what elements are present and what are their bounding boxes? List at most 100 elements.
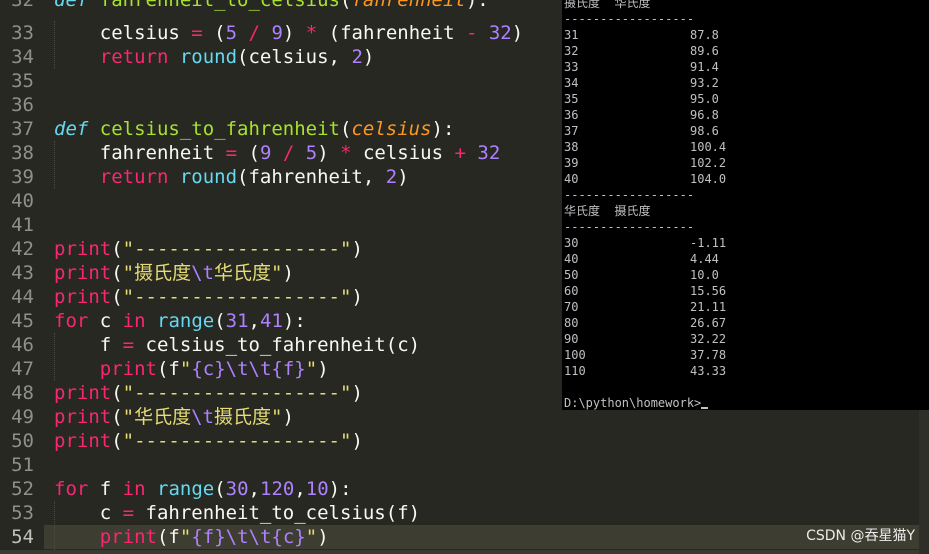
fstring-field: {f} bbox=[191, 526, 226, 548]
horizontal-scrollbar[interactable] bbox=[0, 550, 919, 554]
line-number: 53 bbox=[11, 502, 34, 524]
code-line-49[interactable]: print("华氏度\t摄氏度") bbox=[54, 405, 294, 429]
table-cell-output: 95.0 bbox=[690, 92, 719, 106]
operator: * bbox=[340, 142, 352, 164]
escape-sequence: \t\t bbox=[225, 526, 272, 548]
paren: ) bbox=[282, 406, 294, 428]
vertical-scrollbar[interactable] bbox=[919, 410, 929, 554]
paren: ( bbox=[111, 238, 123, 260]
number: 31 bbox=[225, 310, 249, 332]
code-text: , bbox=[248, 310, 260, 332]
paren: ( bbox=[339, 0, 352, 11]
code-text: (celsius, bbox=[237, 46, 352, 68]
code-line-54[interactable]: print(f"{f}\t\t{c}") bbox=[44, 525, 929, 549]
code-text: celsius bbox=[351, 142, 455, 164]
table-cell-input: 33 bbox=[564, 60, 579, 74]
keyword-for: for bbox=[54, 310, 89, 332]
builtin-print: print bbox=[54, 406, 112, 428]
table-cell-output: -1.11 bbox=[690, 236, 727, 250]
code-text: c bbox=[54, 502, 123, 524]
code-text: c bbox=[88, 310, 123, 332]
terminal-window[interactable]: 摄氏度 华氏度 ------------------ 31 87.8 32 89.6 3… bbox=[562, 0, 929, 410]
operator: - bbox=[465, 22, 478, 44]
table-cell-output: 87.8 bbox=[690, 28, 719, 42]
code-line-34[interactable]: return round(celsius, 2) bbox=[54, 45, 375, 69]
table-cell-output: 4.44 bbox=[690, 252, 719, 266]
code-line-52[interactable]: for f in range(30,120,10): bbox=[54, 477, 352, 501]
string-literal: "华氏度 bbox=[122, 406, 192, 428]
code-line-32[interactable]: def fahrenheit_to_celsius(fahrenheit): bbox=[54, 0, 489, 12]
code-text: f bbox=[88, 478, 123, 500]
code-line-50[interactable]: print("------------------") bbox=[54, 429, 363, 453]
number: 32 bbox=[477, 142, 501, 164]
table-cell-input: 80 bbox=[564, 316, 579, 330]
number: 9 bbox=[271, 22, 283, 44]
line-number: 33 bbox=[11, 22, 34, 44]
operator: = bbox=[122, 334, 135, 356]
code-line-33[interactable]: celsius = (5 / 9) * (fahrenheit - 32) bbox=[54, 21, 523, 45]
paren: ): bbox=[328, 478, 352, 500]
code-line-38[interactable]: fahrenheit = (9 / 5) * celsius + 32 bbox=[54, 141, 501, 165]
table-cell-output: 93.2 bbox=[690, 76, 719, 90]
paren: ( bbox=[111, 262, 123, 284]
code-line-46[interactable]: f = celsius_to_fahrenheit(c) bbox=[54, 333, 420, 357]
number: 2 bbox=[351, 46, 363, 68]
builtin-range: range bbox=[157, 310, 215, 332]
code-text: (fahrenheit, bbox=[237, 166, 386, 188]
code-line-42[interactable]: print("------------------") bbox=[54, 237, 363, 261]
table-cell-input: 40 bbox=[564, 252, 579, 266]
string-literal: 摄氏度" bbox=[214, 406, 283, 428]
table-header-f-to-c: 华氏度 摄氏度 bbox=[564, 204, 651, 218]
code-line-44[interactable]: print("------------------") bbox=[54, 285, 363, 309]
operator: + bbox=[454, 142, 466, 164]
paren: ( bbox=[339, 118, 352, 140]
separator-line: ------------------ bbox=[564, 188, 695, 202]
keyword-in: in bbox=[122, 478, 146, 500]
code-text: ) bbox=[317, 142, 341, 164]
code-text: ( bbox=[202, 22, 226, 44]
keyword-return: return bbox=[54, 46, 180, 68]
table-cell-input: 32 bbox=[564, 44, 579, 58]
code-line-39[interactable]: return round(fahrenheit, 2) bbox=[54, 165, 409, 189]
number: 9 bbox=[259, 142, 272, 164]
code-line-47[interactable]: print(f"{c}\t\t{f}") bbox=[54, 357, 329, 381]
table-cell-output: 21.11 bbox=[690, 300, 727, 314]
line-number: 45 bbox=[11, 310, 34, 332]
table-cell-output: 26.67 bbox=[690, 316, 727, 330]
operator: * bbox=[305, 22, 318, 44]
line-number: 43 bbox=[11, 262, 34, 284]
code-line-48[interactable]: print("------------------") bbox=[54, 381, 363, 405]
code-line-53[interactable]: c = fahrenheit_to_celsius(f) bbox=[54, 501, 420, 525]
table-cell-input: 36 bbox=[564, 108, 579, 122]
watermark: CSDN @吞星猫Y bbox=[806, 528, 915, 544]
separator-line: ------------------ bbox=[564, 12, 695, 26]
keyword-def: def bbox=[54, 0, 100, 11]
number: 30 bbox=[225, 478, 249, 500]
code-text: celsius_to_fahrenheit(c) bbox=[134, 334, 421, 356]
table-cell-input: 34 bbox=[564, 76, 579, 90]
builtin-print: print bbox=[54, 526, 157, 548]
paren: ( bbox=[156, 358, 169, 380]
table-cell-input: 38 bbox=[564, 140, 579, 154]
builtin-print: print bbox=[54, 382, 112, 404]
string-literal: " bbox=[305, 526, 318, 548]
command-prompt[interactable]: D:\python\homework> bbox=[564, 395, 709, 411]
code-text: (fahrenheit bbox=[317, 22, 466, 44]
keyword-for: for bbox=[54, 478, 89, 500]
table-cell-output: 100.4 bbox=[690, 140, 727, 154]
string-literal: "------------------" bbox=[122, 238, 352, 260]
code-line-37[interactable]: def celsius_to_fahrenheit(celsius): bbox=[54, 117, 454, 141]
line-number: 50 bbox=[11, 430, 34, 452]
line-number: 34 bbox=[11, 46, 34, 68]
string-literal: 华氏度" bbox=[214, 262, 283, 284]
code-line-45[interactable]: for c in range(31,41): bbox=[54, 309, 306, 333]
code-line-43[interactable]: print("摄氏度\t华氏度") bbox=[54, 261, 294, 285]
string-literal: "------------------" bbox=[122, 286, 352, 308]
paren: ( bbox=[111, 382, 123, 404]
indent-guide bbox=[54, 21, 55, 69]
table-header-c-to-f: 摄氏度 华氏度 bbox=[564, 0, 651, 10]
paren: ( bbox=[111, 286, 123, 308]
